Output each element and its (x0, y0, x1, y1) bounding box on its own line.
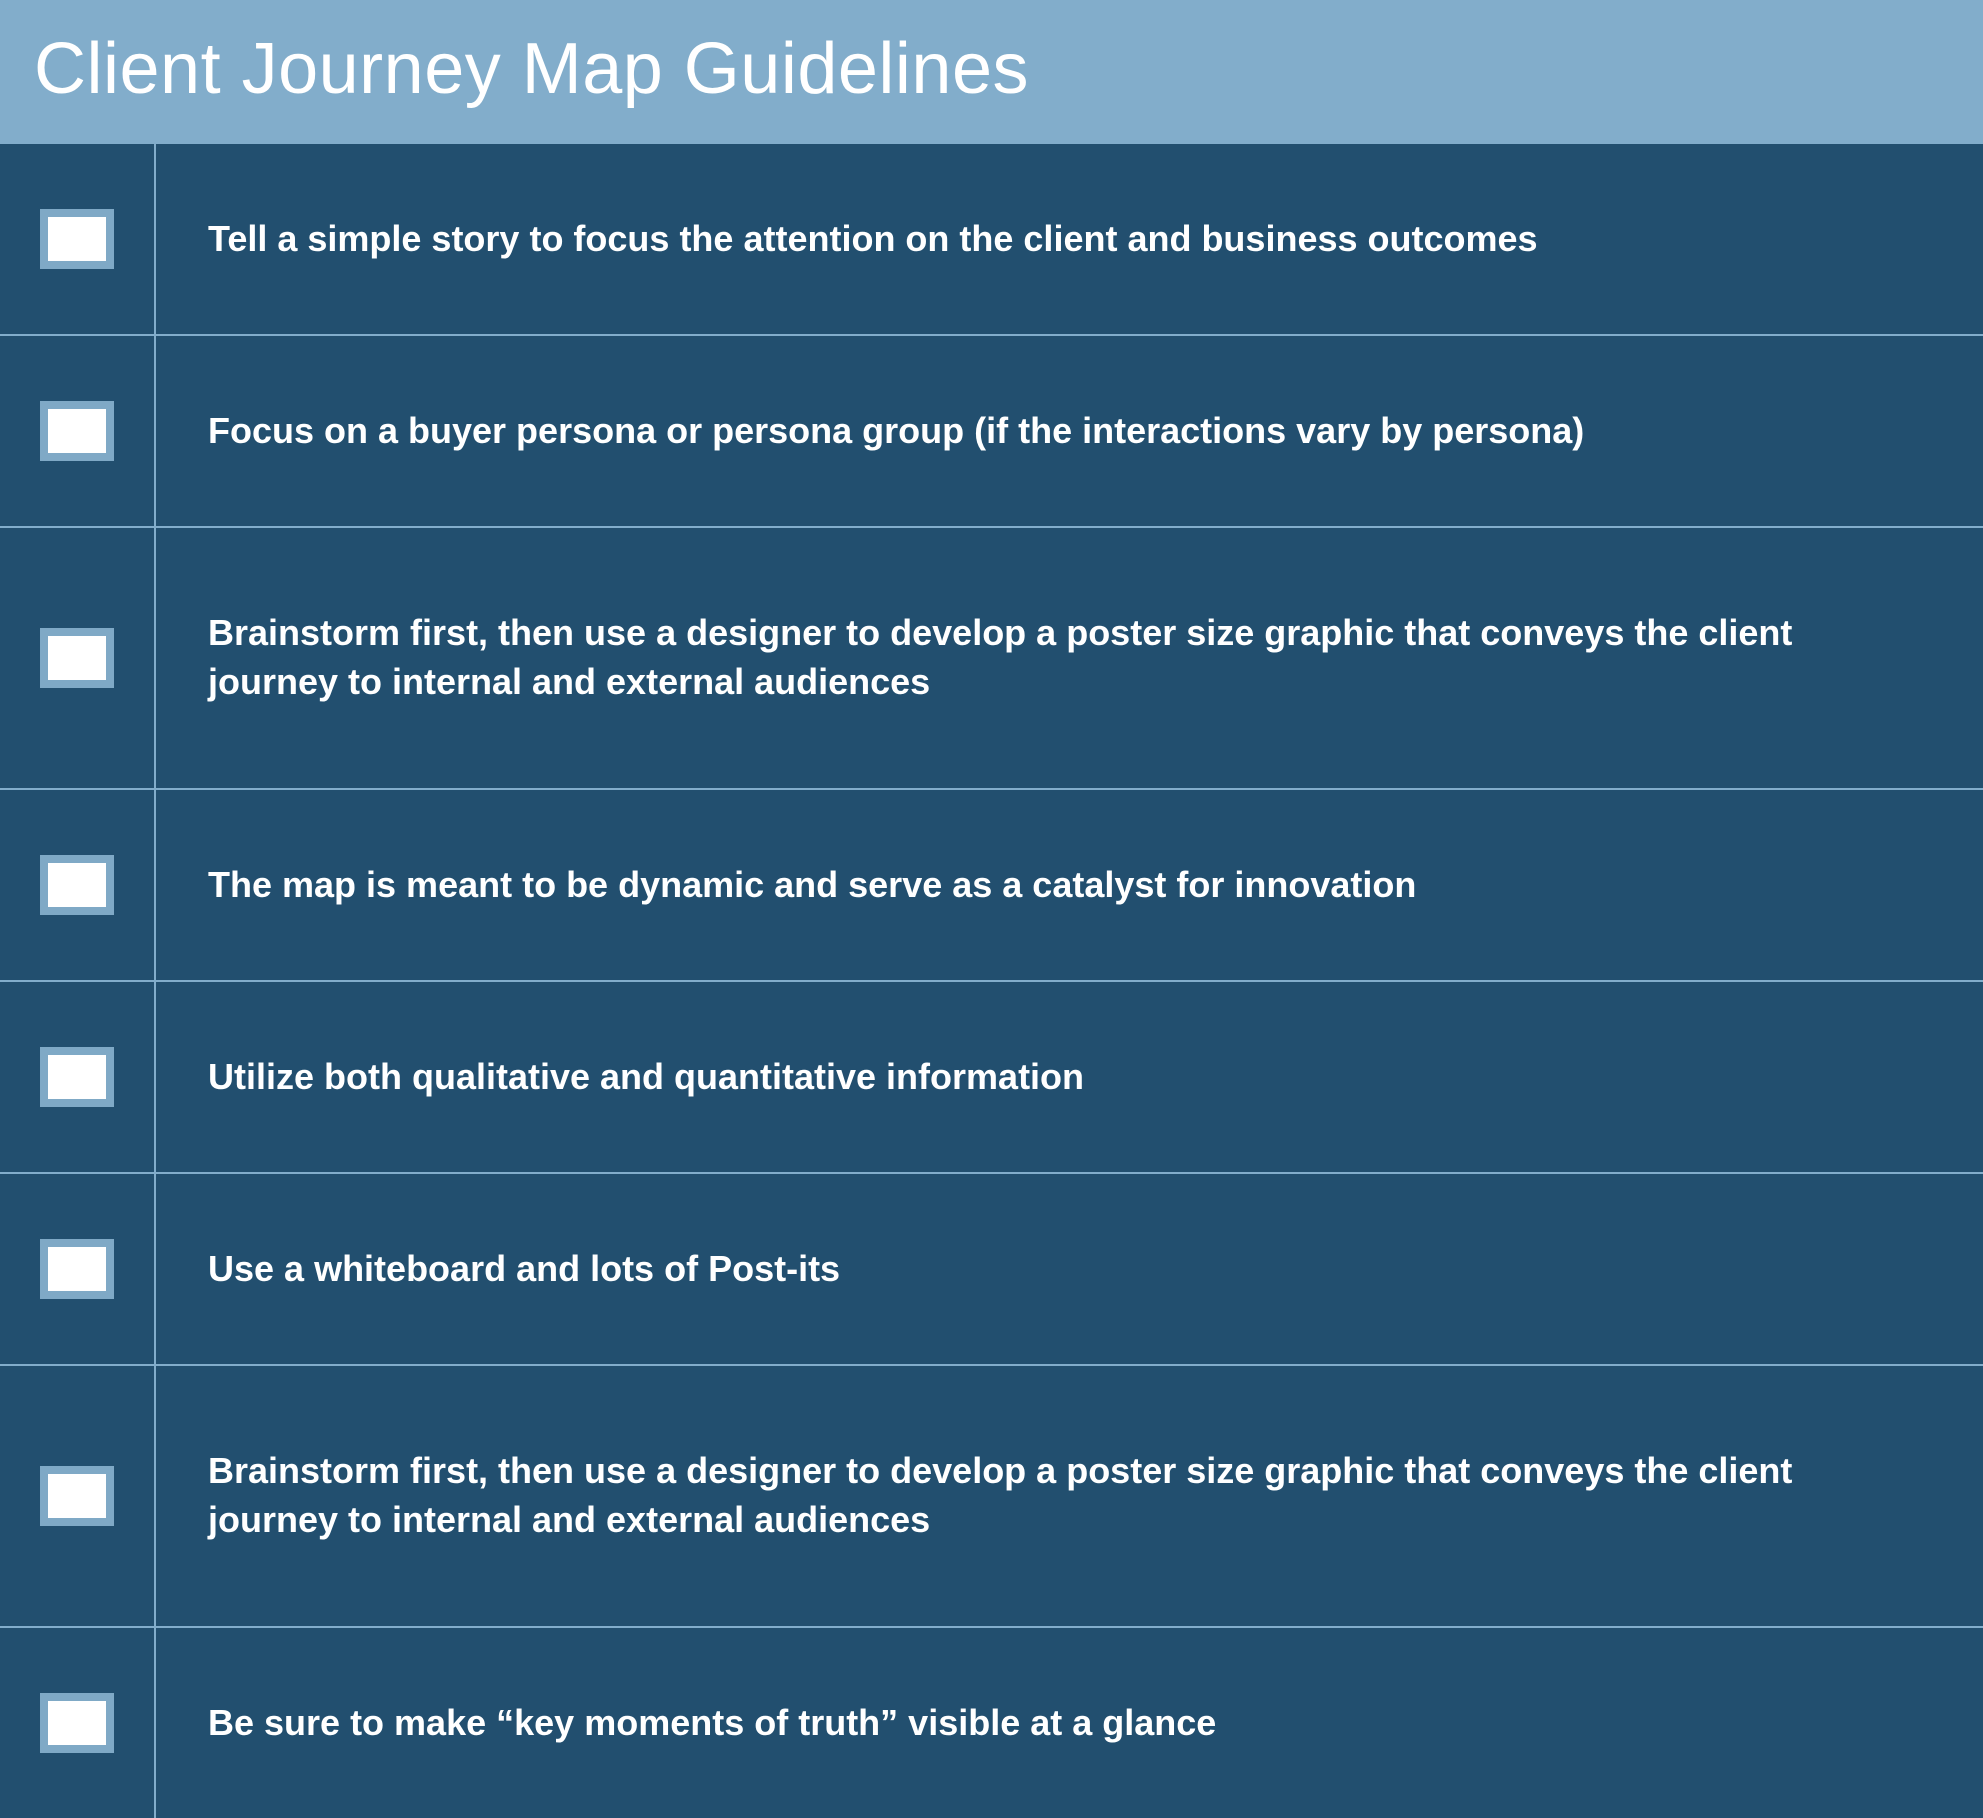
checkbox-cell (0, 1366, 156, 1626)
page-title: Client Journey Map Guidelines (0, 0, 1983, 144)
guidelines-container: Client Journey Map Guidelines Tell a sim… (0, 0, 1983, 1818)
checkbox-icon[interactable] (40, 855, 114, 915)
checkbox-icon[interactable] (40, 1047, 114, 1107)
item-text: Tell a simple story to focus the attenti… (208, 215, 1538, 264)
item-text: Be sure to make “key moments of truth” v… (208, 1699, 1216, 1748)
checklist-row: Use a whiteboard and lots of Post-its (0, 1172, 1983, 1364)
checkbox-cell (0, 790, 156, 980)
checklist-row: The map is meant to be dynamic and serve… (0, 788, 1983, 980)
checklist-row: Be sure to make “key moments of truth” v… (0, 1626, 1983, 1818)
item-text-cell: Utilize both qualitative and quantitativ… (156, 982, 1983, 1172)
checkbox-icon[interactable] (40, 628, 114, 688)
checkbox-cell (0, 144, 156, 334)
checklist-row: Utilize both qualitative and quantitativ… (0, 980, 1983, 1172)
item-text-cell: Brainstorm first, then use a designer to… (156, 528, 1983, 788)
item-text: Use a whiteboard and lots of Post-its (208, 1245, 840, 1294)
item-text-cell: Be sure to make “key moments of truth” v… (156, 1628, 1983, 1818)
item-text-cell: The map is meant to be dynamic and serve… (156, 790, 1983, 980)
checkbox-icon[interactable] (40, 1466, 114, 1526)
item-text: Brainstorm first, then use a designer to… (208, 609, 1928, 706)
checklist-row: Brainstorm first, then use a designer to… (0, 1364, 1983, 1626)
item-text-cell: Tell a simple story to focus the attenti… (156, 144, 1983, 334)
checklist-rows: Tell a simple story to focus the attenti… (0, 144, 1983, 1818)
checkbox-cell (0, 528, 156, 788)
checkbox-cell (0, 982, 156, 1172)
item-text: Focus on a buyer persona or persona grou… (208, 407, 1584, 456)
item-text-cell: Brainstorm first, then use a designer to… (156, 1366, 1983, 1626)
item-text: The map is meant to be dynamic and serve… (208, 861, 1416, 910)
checklist-row: Focus on a buyer persona or persona grou… (0, 334, 1983, 526)
checkbox-icon[interactable] (40, 1239, 114, 1299)
checkbox-cell (0, 1628, 156, 1818)
checkbox-icon[interactable] (40, 1693, 114, 1753)
checkbox-cell (0, 1174, 156, 1364)
item-text-cell: Use a whiteboard and lots of Post-its (156, 1174, 1983, 1364)
item-text: Brainstorm first, then use a designer to… (208, 1447, 1928, 1544)
item-text-cell: Focus on a buyer persona or persona grou… (156, 336, 1983, 526)
item-text: Utilize both qualitative and quantitativ… (208, 1053, 1084, 1102)
checkbox-icon[interactable] (40, 209, 114, 269)
checkbox-cell (0, 336, 156, 526)
checklist-row: Tell a simple story to focus the attenti… (0, 144, 1983, 334)
checkbox-icon[interactable] (40, 401, 114, 461)
checklist-row: Brainstorm first, then use a designer to… (0, 526, 1983, 788)
